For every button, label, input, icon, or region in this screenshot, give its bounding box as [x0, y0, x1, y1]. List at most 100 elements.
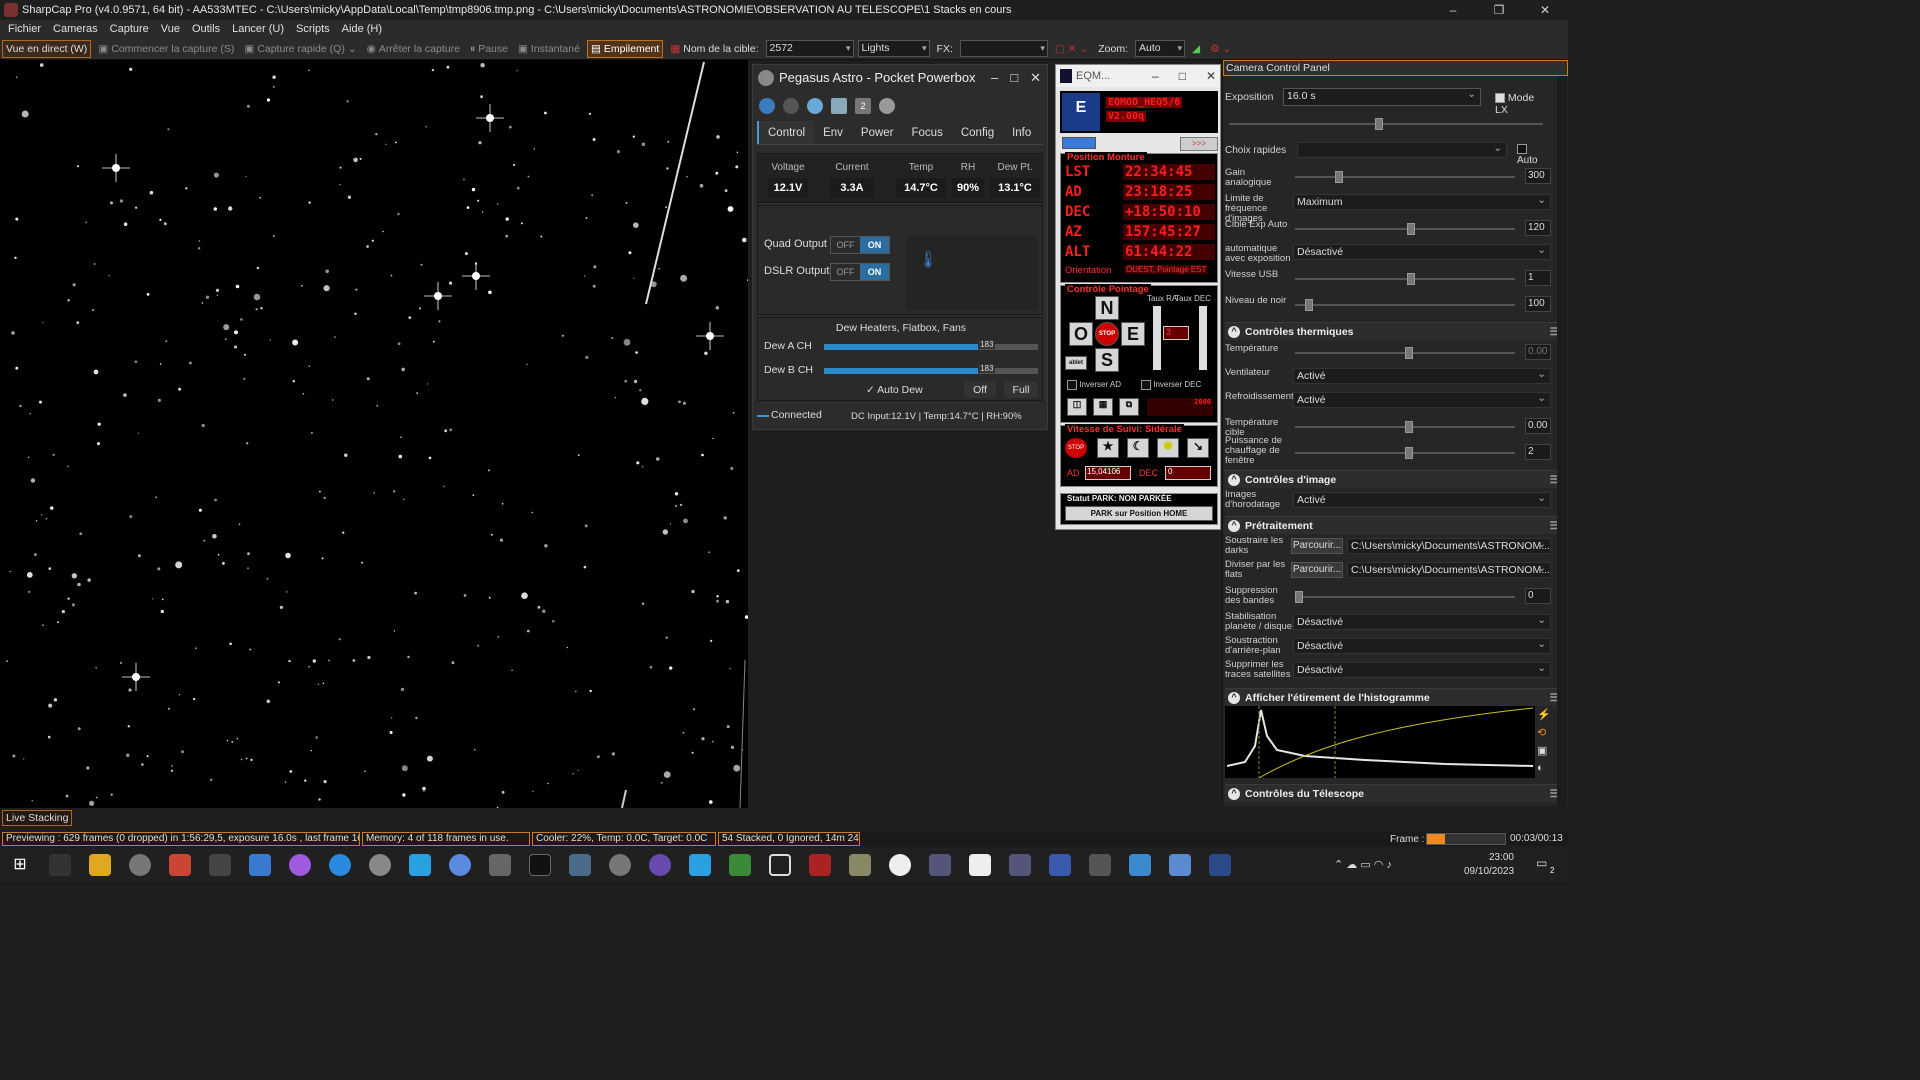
row-select[interactable]: Activé — [1293, 367, 1551, 384]
exposure-knob[interactable] — [1375, 118, 1383, 130]
app-camera-icon[interactable] — [529, 854, 551, 876]
exposure-slider[interactable] — [1229, 118, 1543, 130]
app-red-icon[interactable] — [169, 854, 191, 876]
row-slider[interactable] — [1295, 223, 1515, 235]
tab-env[interactable]: Env — [814, 121, 852, 144]
stacking-button[interactable]: ▤ Empilement — [586, 39, 664, 58]
sidereal-star-icon[interactable]: ★ — [1097, 438, 1119, 458]
app-square-icon[interactable] — [769, 854, 791, 876]
app-tools-icon[interactable] — [929, 854, 951, 876]
exposure-input[interactable]: 16.0 s — [1283, 87, 1481, 106]
app-v-icon[interactable] — [449, 854, 471, 876]
reset-icon[interactable]: ⟲ — [1537, 726, 1546, 739]
close-button[interactable]: ✕ — [1522, 0, 1568, 20]
app-comet-icon[interactable] — [809, 854, 831, 876]
tablet-button[interactable]: ablet — [1065, 356, 1087, 370]
row-slider[interactable] — [1295, 421, 1515, 433]
task-view-icon[interactable] — [49, 854, 71, 876]
count-badge-icon[interactable]: 2 — [855, 98, 871, 114]
target-name-select[interactable]: 2572 — [765, 40, 854, 57]
dslr-off[interactable]: OFF — [831, 264, 860, 280]
lunar-moon-icon[interactable]: ☾ — [1127, 438, 1149, 458]
expand-icon[interactable]: >>> — [1180, 137, 1218, 151]
pause-button[interactable]: ⏸ Pause — [467, 40, 511, 58]
menu-scripts[interactable]: Scripts — [290, 23, 336, 35]
north-button[interactable]: N — [1095, 296, 1119, 320]
solar-sun-icon[interactable]: ✹ — [1157, 438, 1179, 458]
invert-dec-checkbox[interactable]: Inverser DEC — [1141, 380, 1201, 390]
tab-info[interactable]: Info — [1003, 121, 1040, 144]
sharpcap-task-icon[interactable] — [489, 854, 511, 876]
slider-knob[interactable] — [1405, 421, 1413, 433]
live-view-button[interactable]: Vue en direct (W) — [2, 39, 92, 58]
minimize-button[interactable]: – — [1152, 65, 1159, 87]
close-button[interactable]: ✕ — [1030, 65, 1041, 91]
auto-stretch-icon[interactable]: ⚡ — [1537, 708, 1551, 721]
custom-rate-icon[interactable]: ↘ — [1187, 438, 1209, 458]
app-star-icon[interactable] — [689, 854, 711, 876]
maximize-button[interactable]: □ — [1010, 65, 1018, 91]
stop-slew-button[interactable]: STOP — [1095, 322, 1119, 346]
row-value[interactable]: 0.00 — [1525, 344, 1551, 360]
slider-knob[interactable] — [1335, 171, 1343, 183]
slider-knob[interactable] — [1407, 223, 1415, 235]
system-tray-icons[interactable]: ⌃ ☁ ▭ ◠ ♪ — [1334, 858, 1392, 871]
quad-on[interactable]: ON — [860, 237, 889, 253]
app-eqmod-icon[interactable] — [1209, 854, 1231, 876]
tab-power[interactable]: Power — [852, 121, 903, 144]
app-phd-icon[interactable] — [1169, 854, 1191, 876]
sync-icon[interactable]: ⧉ — [1119, 398, 1139, 416]
quick-capture-button[interactable]: ▣ Capture rapide (Q) ⌄ — [241, 40, 359, 58]
preproc-section-header[interactable]: ^ Prétraitement ☰ — [1225, 516, 1567, 534]
windows-start-icon[interactable]: ⊞ — [9, 854, 31, 876]
weather-icon[interactable] — [807, 98, 823, 114]
dslr-output-toggle[interactable]: OFF ON — [830, 263, 890, 281]
image-section-header[interactable]: ^ Contrôles d'image ☰ — [1225, 470, 1567, 488]
rate-ra-slider[interactable] — [1153, 306, 1161, 370]
eqmod-config-icon[interactable] — [1062, 137, 1096, 149]
frame-type-select[interactable]: Lights — [857, 40, 930, 57]
menu-capture[interactable]: Capture — [104, 23, 155, 35]
menu-vue[interactable]: Vue — [155, 23, 186, 35]
auto-checkbox[interactable]: Auto — [1517, 144, 1549, 166]
file-explorer-icon[interactable] — [89, 854, 111, 876]
quick-choice-select[interactable] — [1297, 141, 1507, 158]
mail-icon[interactable] — [249, 854, 271, 876]
app-blue-icon[interactable] — [409, 854, 431, 876]
quad-output-toggle[interactable]: OFF ON — [830, 236, 890, 254]
bands-knob[interactable] — [1295, 591, 1303, 603]
south-button[interactable]: S — [1095, 348, 1119, 372]
zoom-select[interactable]: Auto — [1135, 40, 1185, 57]
minimize-button[interactable]: – — [991, 65, 998, 91]
dew-a-slider[interactable] — [824, 344, 1038, 350]
info-icon[interactable] — [879, 98, 895, 114]
ad-rate-input[interactable]: 15,04106 — [1085, 466, 1131, 480]
flats-path-select[interactable]: C:\Users\micky\Documents\ASTRONOM... — [1347, 561, 1551, 578]
tab-control[interactable]: Control — [757, 121, 815, 144]
row-select[interactable]: Maximum — [1293, 193, 1551, 210]
live-stacking-tab[interactable]: Live Stacking — [2, 810, 73, 826]
dew-off-button[interactable]: Off — [964, 382, 996, 398]
row-value[interactable]: 120 — [1525, 220, 1551, 236]
timestamp-select[interactable]: Activé — [1293, 491, 1551, 508]
binoculars-icon[interactable]: ◫ — [1067, 398, 1087, 416]
auto-dew-checkbox[interactable]: ✓ Auto Dew — [866, 384, 923, 396]
row-slider[interactable] — [1295, 447, 1515, 459]
app-colors-icon[interactable] — [729, 854, 751, 876]
darks-browse-button[interactable]: Parcourir... — [1291, 538, 1343, 554]
minimize-button[interactable]: – — [1430, 0, 1476, 20]
row-select[interactable]: Désactivé — [1293, 613, 1551, 630]
app-jupiter-icon[interactable] — [849, 854, 871, 876]
dslr-on[interactable]: ON — [860, 264, 889, 280]
close-button[interactable]: ✕ — [1206, 65, 1216, 87]
row-slider[interactable] — [1295, 171, 1515, 183]
row-slider[interactable] — [1295, 299, 1515, 311]
signal-icon[interactable] — [831, 98, 847, 114]
stop-capture-button[interactable]: ◉ Arrêter la capture — [364, 40, 463, 58]
grid-icon[interactable]: ▦ — [1093, 398, 1113, 416]
settings-icon[interactable]: ⚙ ⌄ — [1207, 40, 1234, 58]
row-slider[interactable] — [1295, 273, 1515, 285]
slider-knob[interactable] — [1405, 447, 1413, 459]
notification-icon[interactable]: ▭ — [1536, 856, 1547, 870]
app-star2-icon[interactable] — [1009, 854, 1031, 876]
